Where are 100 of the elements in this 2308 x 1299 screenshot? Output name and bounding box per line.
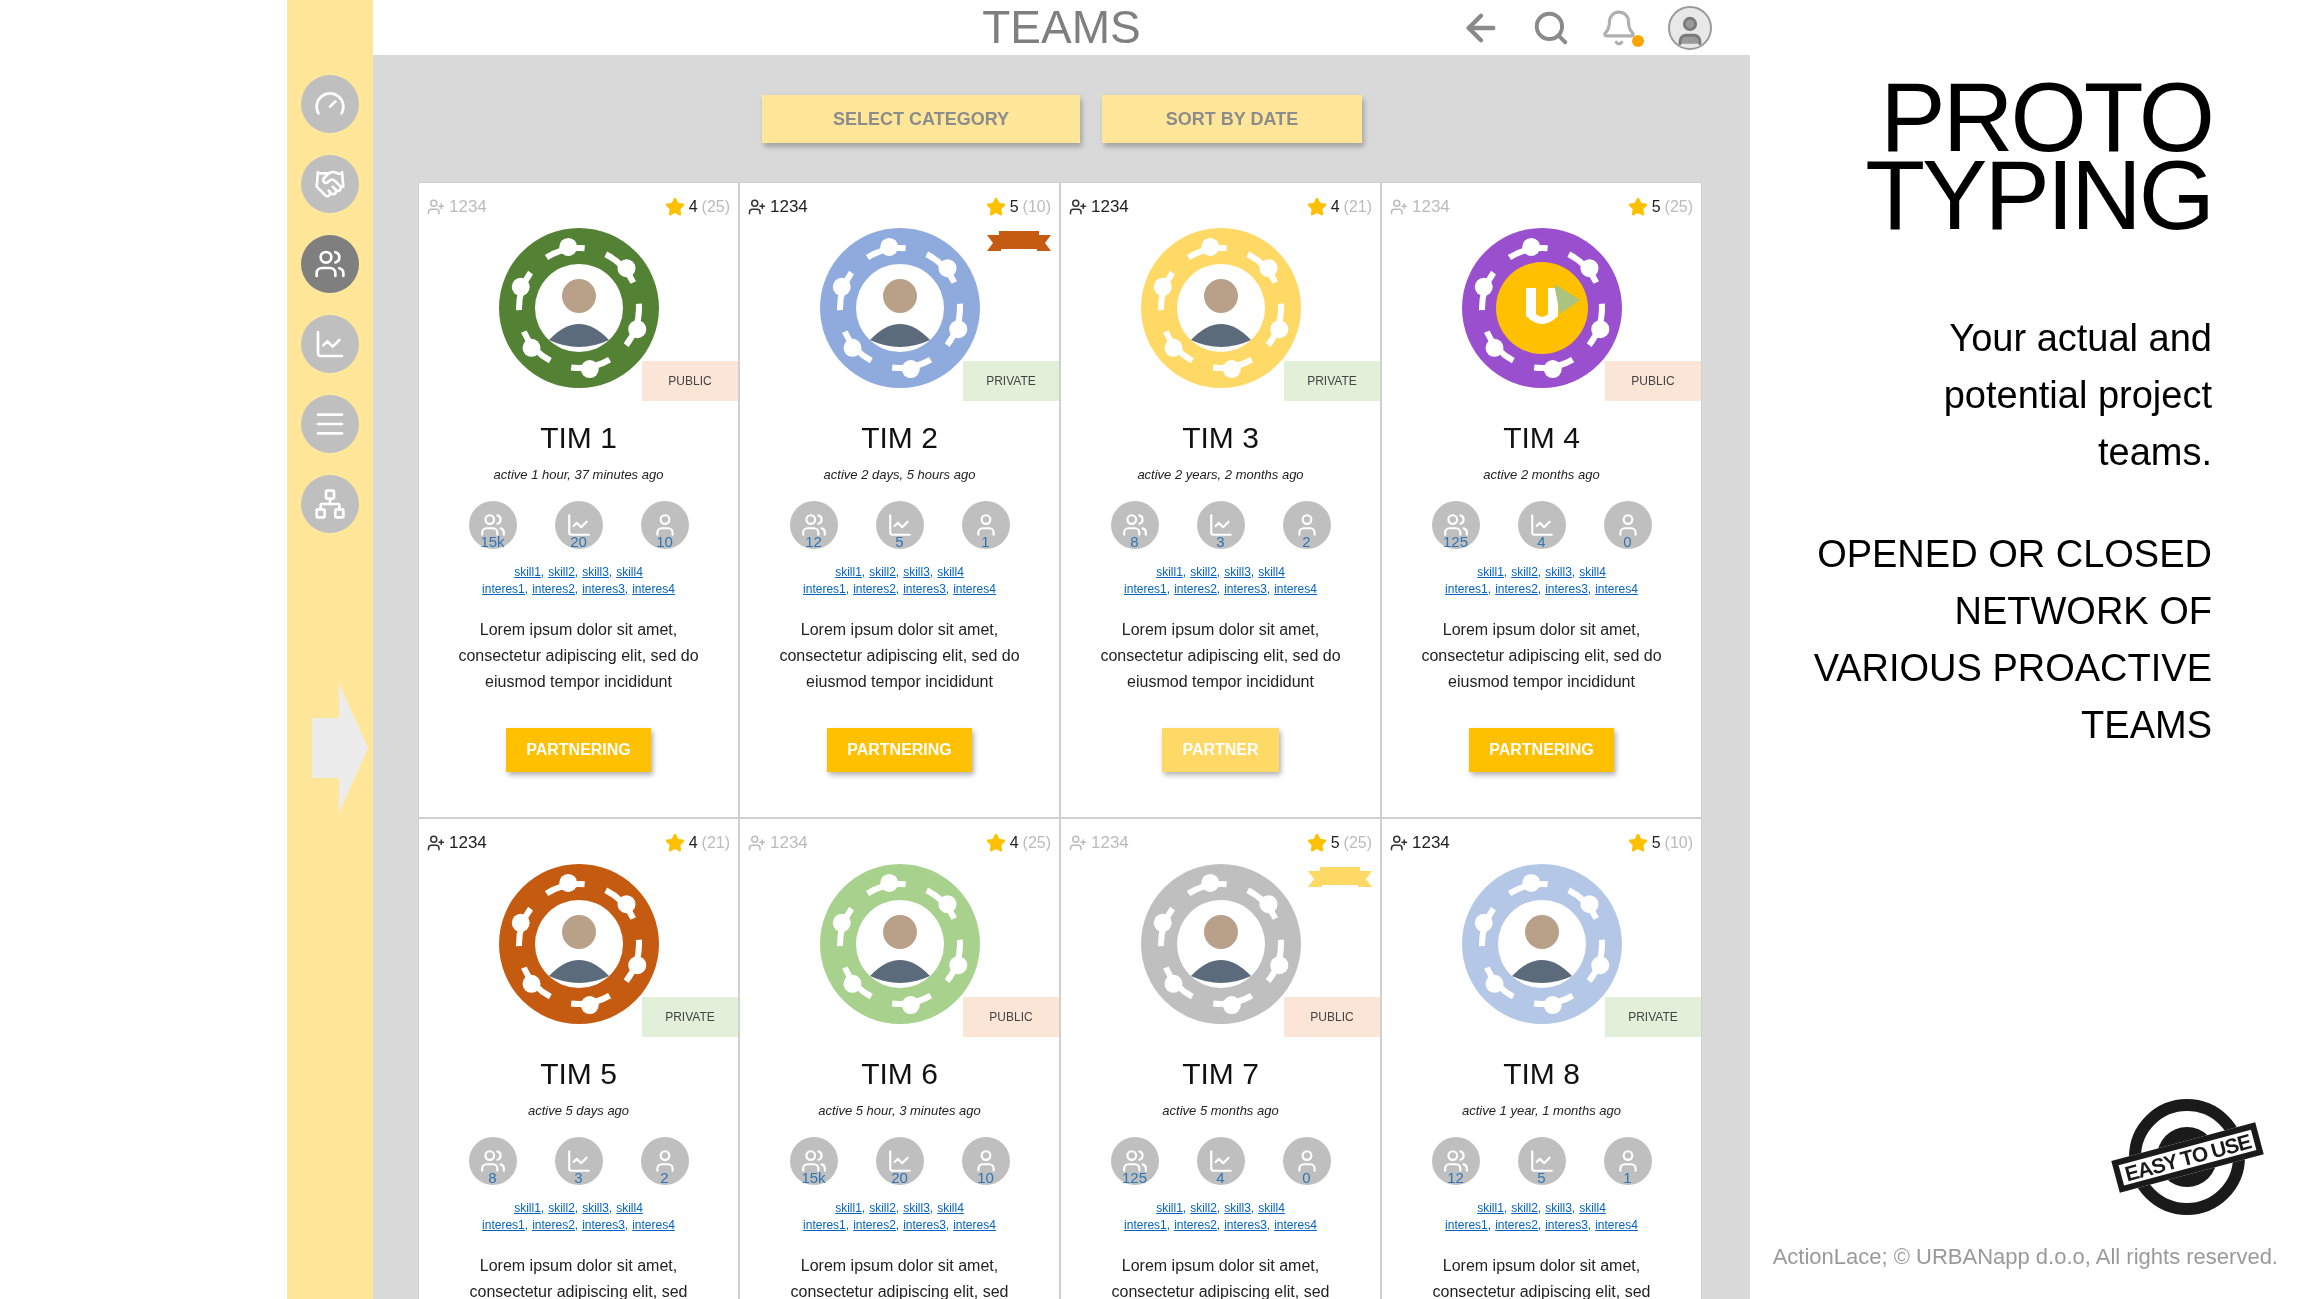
interest-link[interactable]: interes4: [1595, 1217, 1638, 1233]
interest-link[interactable]: interes2,: [1174, 1217, 1221, 1233]
interest-link[interactable]: interes4: [632, 1217, 675, 1233]
add-member-icon[interactable]: [748, 198, 766, 216]
review-count: (25): [1343, 833, 1372, 853]
skill-link[interactable]: skill1,: [514, 564, 545, 580]
copyright-footer: ActionLace; © URBANapp d.o.o, All rights reserved.: [1772, 1240, 2278, 1273]
skill-link[interactable]: skill2,: [1511, 564, 1542, 580]
skill-link[interactable]: skill1,: [1477, 564, 1508, 580]
skill-link[interactable]: skill2,: [869, 564, 900, 580]
slide-tagline: OPENED OR CLOSED: [1817, 531, 2212, 577]
interest-link[interactable]: interes1,: [482, 581, 529, 597]
team-name: TIM 3: [1182, 423, 1259, 453]
skill-link[interactable]: skill1,: [1477, 1200, 1508, 1216]
review-count: (21): [1343, 197, 1372, 217]
rating: 4: [688, 833, 698, 853]
interest-link[interactable]: interes2,: [532, 1217, 579, 1233]
interest-link[interactable]: interes3,: [582, 1217, 629, 1233]
interest-link[interactable]: interes4: [1595, 581, 1638, 597]
add-member-icon[interactable]: [1069, 198, 1087, 216]
star-icon: [1627, 197, 1648, 217]
interest-link[interactable]: interes1,: [1124, 1217, 1171, 1233]
stat-count: 8: [1129, 533, 1140, 549]
team-description: Lorem ipsum dolor sit amet, consectetur adipiscing elit, sed: [1110, 1255, 1331, 1299]
interest-link[interactable]: interes4: [1274, 581, 1317, 597]
skill-link[interactable]: skill3,: [582, 564, 613, 580]
stat-count: 2: [1301, 533, 1312, 549]
interest-link[interactable]: interes1,: [1124, 581, 1171, 597]
skill-link[interactable]: skill4: [1579, 564, 1606, 580]
interest-link[interactable]: interes3,: [903, 581, 950, 597]
member-count: 1234: [1412, 832, 1450, 855]
interest-link[interactable]: interes1,: [803, 581, 850, 597]
skill-link[interactable]: skill4: [937, 564, 964, 580]
team-description: Lorem ipsum dolor sit amet, consectetur adipiscing elit, sed do eiusmod tempor incididunt: [1420, 619, 1663, 692]
skill-link[interactable]: skill1,: [1156, 564, 1187, 580]
stat-count: 12: [804, 533, 823, 549]
skill-link[interactable]: skill4: [616, 1200, 643, 1216]
skill-link[interactable]: skill3,: [903, 564, 934, 580]
skill-link[interactable]: skill2,: [548, 564, 579, 580]
add-member-icon[interactable]: [427, 834, 445, 852]
interest-link[interactable]: interes4: [632, 581, 675, 597]
team-name: TIM 4: [1503, 423, 1580, 453]
interest-link[interactable]: interes3,: [1545, 581, 1592, 597]
skill-link[interactable]: skill3,: [1545, 564, 1576, 580]
visibility-tag: PUBLIC: [1284, 997, 1380, 1037]
skill-link[interactable]: skill1,: [1156, 1200, 1187, 1216]
interest-link[interactable]: interes1,: [1445, 581, 1492, 597]
skill-link[interactable]: skill2,: [548, 1200, 579, 1216]
skill-link[interactable]: skill1,: [835, 564, 866, 580]
skill-link[interactable]: skill1,: [835, 1200, 866, 1216]
skill-link[interactable]: skill2,: [869, 1200, 900, 1216]
stat-count: 12: [1446, 1169, 1465, 1185]
add-member-icon[interactable]: [1390, 834, 1408, 852]
interest-link[interactable]: interes2,: [853, 581, 900, 597]
interest-link[interactable]: interes3,: [1224, 1217, 1271, 1233]
team-description: Lorem ipsum dolor sit amet, consectetur adipiscing elit, sed: [1431, 1255, 1652, 1299]
interest-link[interactable]: interes2,: [1495, 1217, 1542, 1233]
interest-link[interactable]: interes1,: [803, 1217, 850, 1233]
interest-link[interactable]: interes2,: [1174, 581, 1221, 597]
interest-link[interactable]: interes2,: [1495, 581, 1542, 597]
sidebar-item[interactable]: [301, 235, 359, 293]
interest-link[interactable]: interes4: [953, 581, 996, 597]
interest-link[interactable]: interes4: [953, 1217, 996, 1233]
interest-link[interactable]: interes1,: [482, 1217, 529, 1233]
member-count: 1234: [770, 196, 808, 219]
interest-link[interactable]: interes2,: [853, 1217, 900, 1233]
skill-link[interactable]: skill4: [1258, 1200, 1285, 1216]
interest-link[interactable]: interes2,: [532, 581, 579, 597]
interest-link[interactable]: interes1,: [1445, 1217, 1492, 1233]
stat-count: 1: [1622, 1169, 1633, 1185]
interest-link[interactable]: interes3,: [1224, 581, 1271, 597]
skill-link[interactable]: skill4: [1258, 564, 1285, 580]
interest-link[interactable]: interes3,: [582, 581, 629, 597]
interest-link[interactable]: interes4: [1274, 1217, 1317, 1233]
skill-link[interactable]: skill3,: [1224, 564, 1255, 580]
skill-link[interactable]: skill3,: [903, 1200, 934, 1216]
rating: 4: [688, 197, 698, 217]
skill-link[interactable]: skill4: [1579, 1200, 1606, 1216]
user-avatar[interactable]: [1668, 5, 1712, 50]
skill-link[interactable]: skill3,: [1545, 1200, 1576, 1216]
stat-count: 3: [1215, 533, 1226, 549]
skill-link[interactable]: skill4: [616, 564, 643, 580]
skill-link[interactable]: skill1,: [514, 1200, 545, 1216]
star-icon: [1627, 833, 1648, 853]
notification-bell-icon[interactable]: [1600, 8, 1638, 47]
skill-link[interactable]: skill2,: [1190, 564, 1221, 580]
interest-link[interactable]: interes3,: [1545, 1217, 1592, 1233]
review-count: (25): [1022, 833, 1051, 853]
skill-link[interactable]: skill3,: [582, 1200, 613, 1216]
stat-count: 3: [573, 1169, 584, 1185]
skill-link[interactable]: skill2,: [1511, 1200, 1542, 1216]
skill-link[interactable]: skill3,: [1224, 1200, 1255, 1216]
interest-link[interactable]: interes3,: [903, 1217, 950, 1233]
team-description: Lorem ipsum dolor sit amet, consectetur adipiscing elit, sed do eiusmod tempor incididunt: [1099, 619, 1342, 692]
rating: 4: [1330, 197, 1340, 217]
skill-link[interactable]: skill2,: [1190, 1200, 1221, 1216]
team-name: TIM 7: [1182, 1059, 1259, 1089]
skill-link[interactable]: skill4: [937, 1200, 964, 1216]
handshake-icon: [314, 168, 346, 200]
review-count: (21): [701, 833, 730, 853]
